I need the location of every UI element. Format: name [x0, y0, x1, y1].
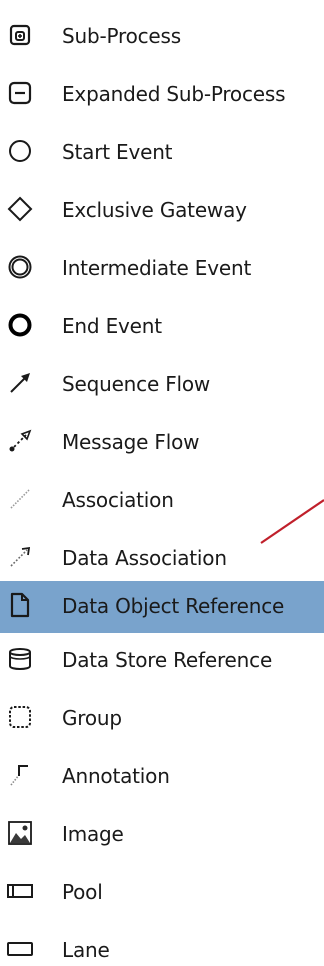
bpmn-element-palette: Sub-Process Expanded Sub-Process Start E… — [0, 0, 324, 966]
palette-item-label: End Event — [62, 314, 162, 338]
data-association-icon — [6, 543, 34, 571]
end-event-icon — [6, 311, 34, 339]
start-event-icon — [6, 137, 34, 165]
pool-icon — [6, 877, 34, 905]
palette-item-label: Start Event — [62, 140, 173, 164]
data-object-reference-icon — [6, 591, 34, 619]
exclusive-gateway-icon — [6, 195, 34, 223]
expanded-sub-process-icon — [6, 79, 34, 107]
annotation-icon — [6, 761, 34, 789]
palette-item-pool[interactable]: Pool — [0, 868, 324, 918]
lane-icon — [6, 935, 34, 963]
palette-item-data-object-reference[interactable]: Data Object Reference — [0, 581, 324, 633]
palette-item-label: Association — [62, 488, 174, 512]
palette-item-start-event[interactable]: Start Event — [0, 128, 324, 178]
palette-item-label: Expanded Sub-Process — [62, 82, 286, 106]
palette-item-group[interactable]: Group — [0, 694, 324, 744]
palette-item-label: Sub-Process — [62, 24, 181, 48]
palette-item-label: Pool — [62, 880, 103, 904]
group-icon — [6, 703, 34, 731]
palette-item-label: Image — [62, 822, 124, 846]
palette-item-label: Annotation — [62, 764, 170, 788]
palette-item-annotation[interactable]: Annotation — [0, 752, 324, 802]
palette-item-intermediate-event[interactable]: Intermediate Event — [0, 244, 324, 294]
message-flow-icon — [6, 427, 34, 455]
palette-item-label: Group — [62, 706, 122, 730]
palette-item-exclusive-gateway[interactable]: Exclusive Gateway — [0, 186, 324, 236]
palette-item-expanded-sub-process[interactable]: Expanded Sub-Process — [0, 70, 324, 120]
palette-item-lane[interactable]: Lane — [0, 926, 324, 966]
palette-item-image[interactable]: Image — [0, 810, 324, 860]
sub-process-icon — [6, 21, 34, 49]
association-icon — [6, 485, 34, 513]
palette-item-data-association[interactable]: Data Association — [0, 534, 324, 584]
palette-item-label: Message Flow — [62, 430, 200, 454]
palette-item-message-flow[interactable]: Message Flow — [0, 418, 324, 468]
palette-item-label: Intermediate Event — [62, 256, 252, 280]
palette-item-sub-process[interactable]: Sub-Process — [0, 12, 324, 62]
palette-item-label: Data Object Reference — [62, 594, 285, 618]
image-icon — [6, 819, 34, 847]
palette-item-association[interactable]: Association — [0, 476, 324, 526]
palette-item-label: Data Association — [62, 546, 227, 570]
palette-item-end-event[interactable]: End Event — [0, 302, 324, 352]
intermediate-event-icon — [6, 253, 34, 281]
palette-item-sequence-flow[interactable]: Sequence Flow — [0, 360, 324, 410]
palette-item-label: Lane — [62, 938, 110, 962]
sequence-flow-icon — [6, 369, 34, 397]
palette-item-label: Sequence Flow — [62, 372, 211, 396]
data-store-reference-icon — [6, 645, 34, 673]
palette-item-label: Data Store Reference — [62, 648, 273, 672]
palette-item-data-store-reference[interactable]: Data Store Reference — [0, 636, 324, 686]
palette-item-label: Exclusive Gateway — [62, 198, 247, 222]
